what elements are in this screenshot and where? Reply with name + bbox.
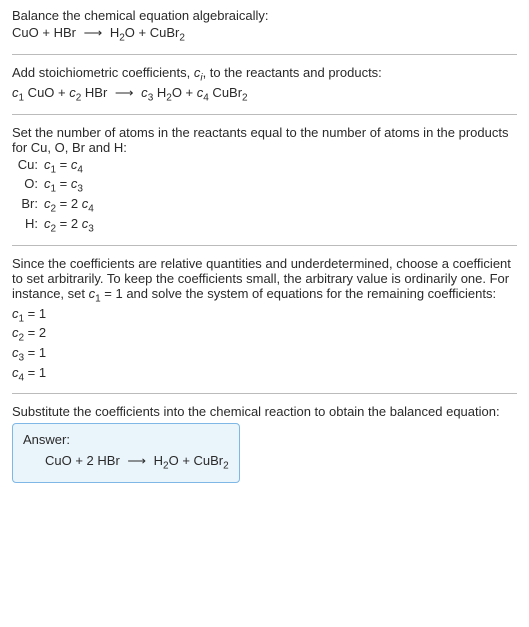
sub-2: 2 [223, 461, 229, 472]
sub-2: 2 [179, 33, 185, 44]
el: Cu: [12, 157, 44, 177]
sp2: HBr [81, 85, 111, 100]
h: H [150, 453, 163, 468]
section-add-coefficients: Add stoichiometric coefficients, ci, to … [12, 65, 517, 104]
table-row: Br:c2 = 2 c4 [12, 196, 100, 216]
el: Br: [12, 196, 44, 216]
coef: c4 = 1 [12, 365, 517, 384]
sp3: H [153, 85, 166, 100]
el: H: [12, 216, 44, 236]
step-text: Since the coefficients are relative quan… [12, 256, 517, 305]
s: 3 [88, 223, 94, 234]
unbalanced-equation: CuO + HBr ⟶ H2O + CuBr2 [12, 25, 517, 44]
t2: = 1 and solve the system of equations fo… [101, 286, 496, 301]
divider [12, 54, 517, 55]
step-text: Add stoichiometric coefficients, ci, to … [12, 65, 517, 84]
reaction-with-coefs: c1 CuO + c2 HBr ⟶ c3 H2O + c4 CuBr2 [12, 85, 517, 104]
answer-box: Answer: CuO + 2 HBr ⟶ H2O + CuBr2 [12, 423, 240, 483]
reactant-cuo: CuO [12, 25, 39, 40]
cubr: CuBr [150, 25, 180, 40]
balanced-equation: CuO + 2 HBr ⟶ H2O + CuBr2 [23, 453, 229, 472]
c3: c [138, 85, 148, 100]
h: H [110, 25, 119, 40]
v: = 2 [24, 325, 46, 340]
problem-title: Balance the chemical equation algebraica… [12, 8, 517, 23]
arrow-icon: ⟶ [80, 25, 107, 40]
eq: c1 = c3 [44, 176, 100, 196]
section-solve: Since the coefficients are relative quan… [12, 256, 517, 383]
reactant-hbr: HBr [54, 25, 76, 40]
step-text: Set the number of atoms in the reactants… [12, 125, 517, 155]
eq: c2 = 2 c4 [44, 196, 100, 216]
eqs: = [56, 196, 71, 211]
eqs: = [56, 176, 71, 191]
sp3b: O + [172, 85, 197, 100]
section-atom-balance: Set the number of atoms in the reactants… [12, 125, 517, 235]
product-cubr2: CuBr2 [150, 25, 185, 40]
coef-list: c1 = 1 c2 = 2 c3 = 1 c4 = 1 [12, 306, 517, 383]
section-problem: Balance the chemical equation algebraica… [12, 8, 517, 44]
s: 4 [88, 204, 94, 215]
plus: + [135, 25, 150, 40]
t1: Add stoichiometric coefficients, [12, 65, 194, 80]
eq: c2 = 2 c3 [44, 216, 100, 236]
eqs: = [56, 157, 71, 172]
v: = 1 [24, 345, 46, 360]
product-h2o: H2O [110, 25, 135, 40]
plus: + [39, 25, 54, 40]
coef: c1 = 1 [12, 306, 517, 325]
balance-table: Cu:c1 = c4 O:c1 = c3 Br:c2 = 2 c4 H:c2 =… [12, 157, 100, 235]
table-row: H:c2 = 2 c3 [12, 216, 100, 236]
rc: 2 [71, 196, 82, 211]
o: O [125, 25, 135, 40]
arrow-icon: ⟶ [111, 85, 138, 100]
step-text: Substitute the coefficients into the che… [12, 404, 517, 419]
section-substitute: Substitute the coefficients into the che… [12, 404, 517, 483]
arrow-icon: ⟶ [123, 453, 150, 468]
s: 4 [77, 164, 83, 175]
t2: , to the reactants and products: [203, 65, 382, 80]
answer-header: Answer: [23, 432, 229, 447]
br2: 2 [242, 93, 248, 104]
s: 3 [77, 184, 83, 195]
rc: 2 [71, 216, 82, 231]
divider [12, 393, 517, 394]
v: = 1 [24, 306, 46, 321]
sp1: CuO + [24, 85, 69, 100]
coef: c3 = 1 [12, 345, 517, 364]
sp4: CuBr [209, 85, 242, 100]
divider [12, 114, 517, 115]
v: = 1 [24, 365, 46, 380]
rest: O + CuBr [169, 453, 224, 468]
el: O: [12, 176, 44, 196]
table-row: O:c1 = c3 [12, 176, 100, 196]
coef: c2 = 2 [12, 325, 517, 344]
divider [12, 245, 517, 246]
table-row: Cu:c1 = c4 [12, 157, 100, 177]
eqs: = [56, 216, 71, 231]
eq: c1 = c4 [44, 157, 100, 177]
lhs: CuO + 2 HBr [45, 453, 123, 468]
